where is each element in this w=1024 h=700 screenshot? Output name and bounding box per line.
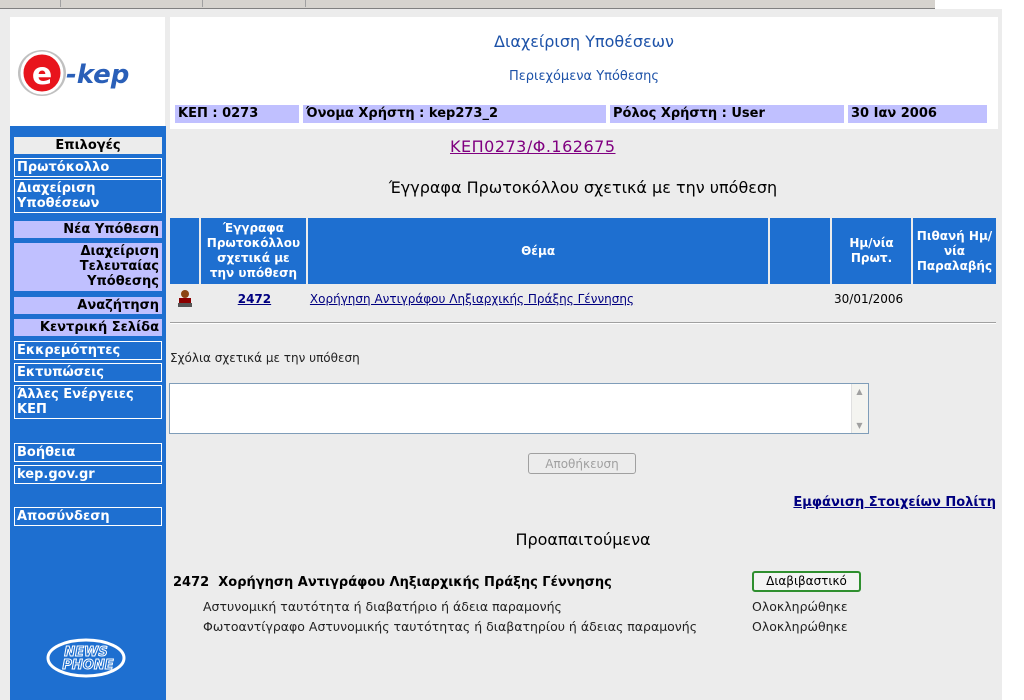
sidebar-item-prints[interactable]: Εκτυπώσεις xyxy=(14,363,162,382)
svg-text:-kep: -kep xyxy=(66,60,129,90)
current-date: 30 Ιαν 2006 xyxy=(848,105,987,123)
info-bar: ΚΕΠ : 0273 Όνομα Χρήστη : kep273_2 Ρόλος… xyxy=(175,105,991,123)
case-number-link[interactable]: ΚΕΠ0273/Φ.162675 xyxy=(450,137,616,156)
doc-receipt-date xyxy=(913,284,996,314)
doc-extra xyxy=(770,284,832,314)
sidebar-item-pending[interactable]: Εκκρεμότητες xyxy=(14,341,162,360)
scroll-down-icon[interactable]: ▼ xyxy=(852,418,867,433)
comments-textarea[interactable]: ▲ ▼ xyxy=(169,383,869,434)
doc-subject-link[interactable]: Χορήγηση Αντιγράφου Ληξιαρχικής Πράξης Γ… xyxy=(308,284,770,314)
scroll-up-icon[interactable]: ▲ xyxy=(852,384,867,399)
sidebar-item-other-actions[interactable]: Άλλες Ενέργειες ΚΕΠ xyxy=(14,385,162,419)
sidebar-item-logout[interactable]: Αποσύνδεση xyxy=(14,507,162,526)
newsphone-logo: NEWS PHONE xyxy=(46,638,126,678)
prereq-status: Ολοκληρώθηκε xyxy=(752,619,848,634)
prereq-doc-subject: Χορήγηση Αντιγράφου Ληξιαρχικής Πράξης Γ… xyxy=(218,575,612,590)
col-header-extra xyxy=(770,218,833,284)
e-kep-logo: e -kep xyxy=(18,50,129,96)
table-header-row: Έγγραφα Πρωτοκόλλου σχετικά με την υπόθε… xyxy=(170,218,996,284)
documents-section-title: Έγγραφα Πρωτοκόλλου σχετικά με την υπόθε… xyxy=(388,178,778,197)
right-edge xyxy=(1002,0,1024,700)
username: Όνομα Χρήστη : kep273_2 xyxy=(303,105,606,123)
table-row: 2472 Χορήγηση Αντιγράφου Ληξιαρχικής Πρά… xyxy=(170,284,996,314)
prerequisites-title: Προαπαιτούμενα xyxy=(515,530,651,549)
sidebar-item-kep-gov[interactable]: kep.gov.gr xyxy=(14,465,162,484)
prereq-status: Ολοκληρώθηκε xyxy=(752,599,848,614)
user-icon[interactable] xyxy=(170,284,201,314)
col-header-icon xyxy=(170,218,201,284)
prereq-item: Αστυνομική ταυτότητα ή διαβατήριο ή άδει… xyxy=(203,599,562,614)
browser-top-strip xyxy=(0,0,935,9)
sidebar-item-search[interactable]: Αναζήτηση xyxy=(14,297,162,314)
sidebar-item-last-case[interactable]: Διαχείριση Τελευταίας Υπόθεσης xyxy=(14,243,162,291)
strip-segment xyxy=(0,0,61,7)
sidebar: Επιλογές Πρωτόκολλο Διαχείριση Υποθέσεων… xyxy=(10,126,166,700)
sidebar-item-protocol[interactable]: Πρωτόκολλο xyxy=(14,158,162,177)
prereq-item: Φωτοαντίγραφο Αστυνομικής ταυτότητας ή δ… xyxy=(203,619,698,634)
doc-prot-date: 30/01/2006 xyxy=(834,292,904,306)
sidebar-item-case-management[interactable]: Διαχείριση Υποθέσεων xyxy=(14,179,162,213)
svg-text:e: e xyxy=(32,57,52,92)
transmittal-button[interactable]: Διαβιβαστικό xyxy=(752,571,861,592)
user-role: Ρόλος Χρήστη : User xyxy=(610,105,844,123)
strip-segment xyxy=(60,0,203,7)
col-header-receipt-date: Πιθανή Ημ/νία Παραλαβής xyxy=(912,218,996,284)
prereq-document: 2472 Χορήγηση Αντιγράφου Ληξιαρχικής Πρά… xyxy=(173,575,612,590)
sidebar-item-home[interactable]: Κεντρική Σελίδα xyxy=(14,319,162,336)
svg-text:PHONE: PHONE xyxy=(62,658,113,673)
col-header-doc: Έγγραφα Πρωτοκόλλου σχετικά με την υπόθε… xyxy=(200,218,308,284)
comments-label: Σχόλια σχετικά με την υπόθεση xyxy=(170,351,360,365)
col-header-prot-date: Ημ/νία Πρωτ. xyxy=(832,218,913,284)
sidebar-heading: Επιλογές xyxy=(14,137,162,154)
strip-segment xyxy=(202,0,306,7)
col-header-subject: Θέμα xyxy=(307,218,771,284)
page-title: Διαχείριση Υποθέσεων xyxy=(494,32,674,51)
prereq-doc-number: 2472 xyxy=(173,575,210,590)
show-citizen-link[interactable]: Εμφάνιση Στοιχείων Πολίτη xyxy=(793,495,996,510)
header: Διαχείριση Υποθέσεων Περιεχόμενα Υπόθεση… xyxy=(170,17,998,129)
kep-code: ΚΕΠ : 0273 xyxy=(175,105,299,123)
sidebar-item-new-case[interactable]: Νέα Υπόθεση xyxy=(14,221,162,238)
divider xyxy=(170,322,996,324)
comments-scrollbar[interactable]: ▲ ▼ xyxy=(851,384,868,433)
logo-box: e -kep xyxy=(10,17,165,127)
doc-number-link[interactable]: 2472 xyxy=(201,284,308,314)
sidebar-item-help[interactable]: Βοήθεια xyxy=(14,443,162,462)
documents-table: Έγγραφα Πρωτοκόλλου σχετικά με την υπόθε… xyxy=(170,218,996,314)
page-subtitle: Περιεχόμενα Υπόθεσης xyxy=(508,69,659,84)
save-button[interactable]: Αποθήκευση xyxy=(528,453,636,474)
